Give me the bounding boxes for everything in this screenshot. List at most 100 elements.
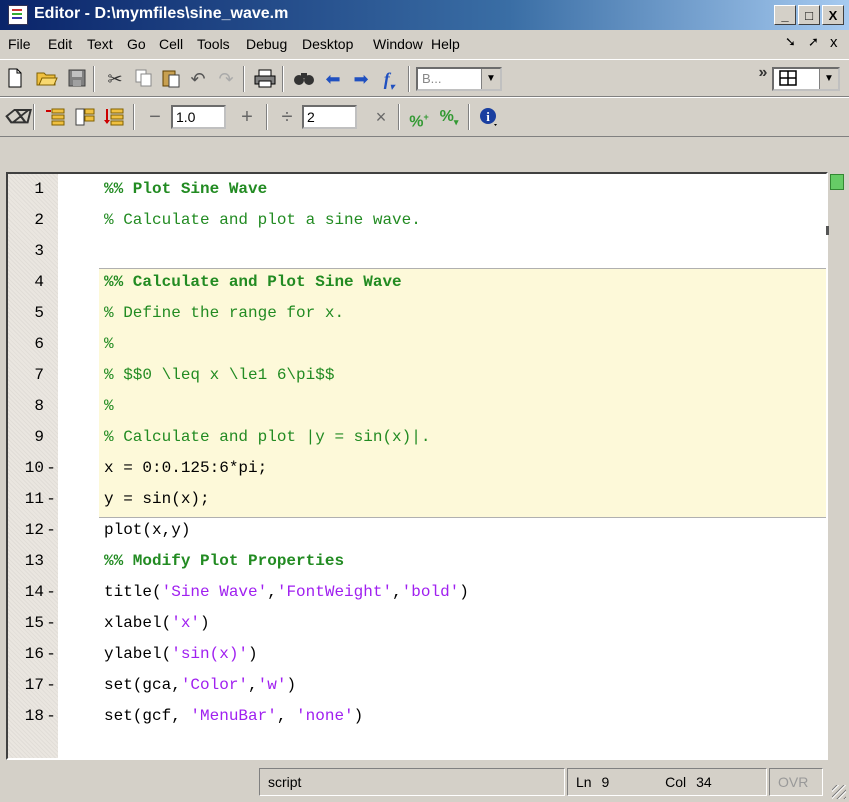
code-text[interactable]: xlabel('x')	[104, 608, 210, 639]
title-bar[interactable]: Editor - D:\mymfiles\sine_wave.m _ □ X	[0, 0, 849, 30]
code-text[interactable]: %% Plot Sine Wave	[104, 174, 267, 205]
undock-icon[interactable]: ➘	[785, 34, 796, 50]
resize-grip[interactable]	[832, 785, 846, 799]
code-text[interactable]: % $$0 \leq x \le1 6\pi$$	[104, 360, 334, 391]
paste-icon[interactable]	[160, 68, 182, 90]
editor-app-icon[interactable]	[8, 5, 28, 25]
close-button[interactable]: X	[822, 5, 844, 25]
code-text[interactable]: x = 0:0.125:6*pi;	[104, 453, 267, 484]
code-text[interactable]: %% Calculate and Plot Sine Wave	[104, 267, 402, 298]
add-comment-icon[interactable]: %+	[408, 106, 430, 130]
insert-cell-below-icon[interactable]	[103, 106, 125, 128]
function-icon[interactable]: f▾	[378, 68, 400, 92]
code-text[interactable]: %	[104, 329, 114, 360]
layout-combo[interactable]: ▼	[772, 67, 840, 91]
print-icon[interactable]	[254, 68, 276, 90]
multiply-button[interactable]: ×	[370, 106, 392, 128]
save-icon[interactable]	[66, 68, 88, 90]
menu-help[interactable]: Help	[431, 36, 460, 52]
breakpoint-marker[interactable]: -	[44, 639, 58, 670]
code-text[interactable]: % Calculate and plot a sine wave.	[104, 205, 421, 236]
code-text[interactable]: % Define the range for x.	[104, 298, 344, 329]
cut-icon[interactable]: ✂	[104, 68, 126, 90]
minimize-button[interactable]: _	[774, 5, 796, 25]
redo-icon[interactable]: ↷	[215, 68, 237, 90]
code-line[interactable]: 1 %% Plot Sine Wave	[8, 174, 826, 205]
menu-text[interactable]: Text	[87, 36, 113, 52]
code-text[interactable]: title('Sine Wave','FontWeight','bold')	[104, 577, 469, 608]
code-text[interactable]: %	[104, 391, 114, 422]
eraser-icon[interactable]: ⌫	[4, 106, 29, 128]
insert-cell-above-icon[interactable]	[44, 106, 66, 128]
code-line[interactable]: 6%	[8, 329, 826, 360]
menu-desktop[interactable]: Desktop	[302, 36, 353, 52]
decrement-button[interactable]: −	[144, 106, 166, 128]
code-text[interactable]: plot(x,y)	[104, 515, 190, 546]
increment-value-field[interactable]: 1.0	[171, 105, 226, 129]
code-line[interactable]: 17- set(gca,'Color','w')	[8, 670, 826, 701]
breakpoint-marker[interactable]: -	[44, 515, 58, 546]
code-line[interactable]: 9 % Calculate and plot |y = sin(x)|.	[8, 422, 826, 453]
dock-icon[interactable]: ➚	[808, 34, 819, 50]
code-text[interactable]: % Calculate and plot |y = sin(x)|.	[104, 422, 430, 453]
breakpoint-marker[interactable]: -	[44, 484, 58, 515]
menu-window[interactable]: Window	[373, 36, 423, 52]
line-number: 1	[34, 180, 44, 198]
stack-combo[interactable]: B... ▼	[416, 67, 502, 91]
chevron-down-icon[interactable]: ▼	[481, 69, 500, 89]
code-analyzer-status-indicator[interactable]	[830, 174, 844, 190]
new-file-icon[interactable]	[4, 68, 26, 90]
code-line[interactable]: 10- x = 0:0.125:6*pi;	[8, 453, 826, 484]
insert-cell-break-icon[interactable]	[74, 106, 96, 128]
menu-cell[interactable]: Cell	[159, 36, 183, 52]
string-literal: 'Sine Wave'	[161, 583, 268, 601]
menu-go[interactable]: Go	[127, 36, 146, 52]
breakpoint-marker[interactable]: -	[44, 453, 58, 484]
code-text[interactable]: set(gca,'Color','w')	[104, 670, 296, 701]
code-line[interactable]: 16- ylabel('sin(x)')	[8, 639, 826, 670]
code-line[interactable]: 8%	[8, 391, 826, 422]
copy-icon[interactable]	[133, 68, 155, 90]
code-line[interactable]: 4 %% Calculate and Plot Sine Wave	[8, 267, 826, 298]
code-line[interactable]: 3	[8, 236, 826, 267]
find-icon[interactable]	[293, 68, 315, 90]
code-line[interactable]: 7 % $$0 \leq x \le1 6\pi$$	[8, 360, 826, 391]
code-line[interactable]: 18- set(gcf, 'MenuBar', 'none')	[8, 701, 826, 732]
code-line[interactable]: 14- title('Sine Wave','FontWeight','bold'…	[8, 577, 826, 608]
code-text[interactable]: set(gcf, 'MenuBar', 'none')	[104, 701, 363, 732]
chevron-down-icon[interactable]: ▼	[819, 69, 838, 89]
code-line[interactable]: 11- y = sin(x);	[8, 484, 826, 515]
code-line[interactable]: 2 % Calculate and plot a sine wave.	[8, 205, 826, 236]
menu-file[interactable]: File	[8, 36, 31, 52]
undo-icon[interactable]: ↶	[187, 68, 209, 90]
code-line[interactable]: 13 %% Modify Plot Properties	[8, 546, 826, 577]
menu-debug[interactable]: Debug	[246, 36, 287, 52]
breakpoint-marker[interactable]: -	[44, 670, 58, 701]
remove-comment-icon[interactable]: %▾	[438, 106, 460, 128]
code-token: set(gcf,	[104, 707, 191, 725]
back-icon[interactable]: ⬅	[322, 68, 344, 90]
comment-text: % Define the range for x.	[104, 304, 345, 322]
maximize-button[interactable]: □	[798, 5, 820, 25]
breakpoint-marker[interactable]: -	[44, 577, 58, 608]
close-document-icon[interactable]: x	[830, 34, 838, 51]
code-line[interactable]: 5 % Define the range for x.	[8, 298, 826, 329]
open-icon[interactable]	[36, 68, 58, 90]
code-text[interactable]: y = sin(x);	[104, 484, 210, 515]
menu-tools[interactable]: Tools	[197, 36, 230, 52]
info-icon[interactable]: i	[478, 106, 500, 128]
forward-icon[interactable]: ➡	[350, 68, 372, 90]
increment-button[interactable]: +	[236, 106, 258, 128]
code-text[interactable]: %% Modify Plot Properties	[104, 546, 344, 577]
code-editor[interactable]: 1 %% Plot Sine Wave 2 % Calculate and plot …	[6, 172, 828, 760]
divide-button[interactable]: ÷	[276, 106, 298, 128]
menu-edit[interactable]: Edit	[48, 36, 72, 52]
code-analyzer-marker[interactable]	[826, 226, 829, 235]
divisor-value-field[interactable]: 2	[302, 105, 357, 129]
breakpoint-marker[interactable]: -	[44, 701, 58, 732]
toolbar-overflow-icon[interactable]: »	[752, 62, 774, 84]
breakpoint-marker[interactable]: -	[44, 608, 58, 639]
code-line[interactable]: 12- plot(x,y)	[8, 515, 826, 546]
code-line[interactable]: 15- xlabel('x')	[8, 608, 826, 639]
code-text[interactable]: ylabel('sin(x)')	[104, 639, 258, 670]
